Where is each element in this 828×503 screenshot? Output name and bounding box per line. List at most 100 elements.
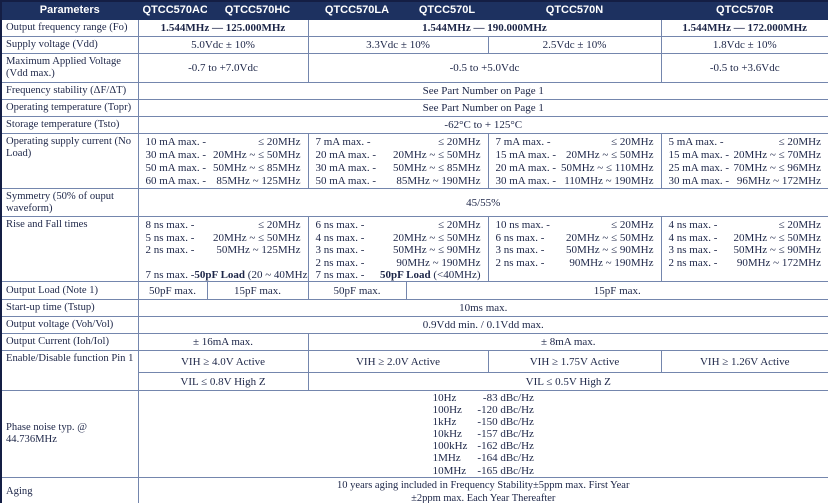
spec-line: 30 mA max. -96MHz ~ 172MHz [669, 175, 822, 188]
noise-value: -83 dBc/Hz [477, 392, 534, 404]
value-cell: See Part Number on Page 1 [138, 99, 828, 116]
spec-min: 7 mA max. - [496, 136, 551, 149]
spec-range: 20MHz ~ ≤ 50MHz [566, 149, 653, 162]
param-label: Phase noise typ. @ 44.736MHz [1, 391, 138, 478]
phase-noise-list: 10Hz-83 dBc/Hz 100Hz-120 dBc/Hz 1kHz-150… [433, 392, 534, 477]
row-startup-time: Start-up time (Tstup) 10ms max. [1, 300, 828, 317]
spec-line: 30 mA max. - 20MHz ~ ≤ 50MHz [146, 149, 301, 162]
spec-range: 20MHz ~ ≤ 50MHz [393, 232, 480, 244]
param-label: Operating supply current (No Load) [1, 133, 138, 189]
spec-min: 15 mA max. - [669, 149, 730, 162]
spec-line: 3 ns max. -50MHz ~ ≤ 90MHz [669, 244, 822, 256]
spec-range: 50MHz ~ ≤ 85MHz [213, 162, 300, 175]
value-cell: VIH ≥ 1.75V Active [488, 351, 661, 373]
spec-min: 50 mA max. - [316, 175, 377, 188]
value-cell: 10 ns max. -≤ 20MHz 6 ns max. -20MHz ~ ≤… [488, 217, 661, 282]
value-cell: 10Hz-83 dBc/Hz 100Hz-120 dBc/Hz 1kHz-150… [138, 391, 828, 478]
value-cell: 5 mA max. -≤ 20MHz 15 mA max. -20MHz ~ ≤… [661, 133, 828, 189]
spec-line: 3 ns max. -50MHz ~ ≤ 90MHz [496, 244, 654, 256]
spec-range: 50MHz ~ ≤ 85MHz [393, 162, 480, 175]
value-cell: 45/55% [138, 189, 828, 217]
param-label: Output voltage (Voh/Vol) [1, 317, 138, 334]
noise-value: -120 dBc/Hz [477, 404, 534, 416]
spec-min: 6 ns max. - [316, 219, 365, 231]
spec-min: 4 ns max. - [669, 219, 718, 231]
col-header-qtcc570l: QTCC570L [406, 1, 488, 19]
row-operating-supply-current: Operating supply current (No Load) 10 mA… [1, 133, 828, 189]
param-label: Storage temperature (Tsto) [1, 116, 138, 133]
aging-line-1: 10 years aging included in Frequency Sta… [143, 479, 825, 492]
spec-min: 4 ns max. - [316, 232, 365, 244]
spec-min: 15 mA max. - [496, 149, 557, 162]
value-cell: 1.8Vdc ± 10% [661, 36, 828, 53]
value-cell: 8 ns max. -≤ 20MHz 5 ns max. -20MHz ~ ≤ … [138, 217, 308, 282]
spec-line: 20 mA max. - 50MHz ~ ≤ 110MHz [496, 162, 654, 175]
spec-min: 2 ns max. - [146, 244, 195, 256]
param-label: Enable/Disable function Pin 1 [1, 351, 138, 391]
spec-range: 85MHz ~ 190MHz [396, 175, 480, 188]
spec-line-load: 7 ns max. - 50pF Load (<40MHz) [316, 269, 481, 281]
value-cell: 1.544MHz — 172.000MHz [661, 19, 828, 36]
spec-range: 50pF Load (<40MHz) [380, 269, 481, 281]
value-cell: ± 16mA max. [138, 334, 308, 351]
col-header-qtcc570r: QTCC570R [661, 1, 828, 19]
spec-line: 50 mA max. - 85MHz ~ 190MHz [316, 175, 481, 188]
param-label: Output Current (Ioh/Iol) [1, 334, 138, 351]
spec-min: 20 mA max. - [496, 162, 557, 175]
row-supply-voltage: Supply voltage (Vdd) 5.0Vdc ± 10% 3.3Vdc… [1, 36, 828, 53]
noise-value: -150 dBc/Hz [477, 416, 534, 428]
spec-min: 30 mA max. - [146, 149, 207, 162]
spec-range: ≤ 20MHz [611, 136, 653, 149]
value-cell: -62°C to + 125°C [138, 116, 828, 133]
spec-line: 60 mA max. -85MHz ~ 125MHz [146, 175, 301, 188]
param-label: Maximum Applied Voltage (Vdd max.) [1, 53, 138, 82]
row-storage-temperature: Storage temperature (Tsto) -62°C to + 12… [1, 116, 828, 133]
param-label: Aging [1, 478, 138, 503]
spec-line: 2 ns max. -90MHz ~ 190MHz [316, 257, 481, 269]
spec-min: 7 ns max. - [316, 269, 365, 281]
spec-range: 50MHz ~ ≤ 110MHz [561, 162, 654, 175]
spec-range: 50MHz ~ ≤ 90MHz [566, 244, 653, 256]
value-cell: 1.544MHz — 125.000MHz [138, 19, 308, 36]
spec-range: 50MHz ~ ≤ 90MHz [734, 244, 821, 256]
value-cell: VIL ≤ 0.5V High Z [308, 373, 828, 391]
value-cell: See Part Number on Page 1 [138, 82, 828, 99]
col-header-parameters: Parameters [1, 1, 138, 19]
noise-value: -162 dBc/Hz [477, 440, 534, 452]
value-cell: 10 mA max. -≤ 20MHz 30 mA max. - 20MHz ~ … [138, 133, 308, 189]
spec-line: 30 mA max. - 50MHz ~ ≤ 85MHz [316, 162, 481, 175]
spec-line: 7 mA max. - ≤ 20MHz [316, 136, 481, 149]
value-cell: VIL ≤ 0.8V High Z [138, 373, 308, 391]
spec-line: 2 ns max. -90MHz ~ 190MHz [496, 257, 654, 269]
spec-min: 10 mA max. - [146, 136, 207, 149]
spec-min: 7 mA max. - [316, 136, 371, 149]
spec-line: 5 mA max. -≤ 20MHz [669, 136, 822, 149]
spec-min: 7 ns max. - [146, 269, 195, 281]
spec-line: 15 mA max. - 20MHz ~ ≤ 50MHz [496, 149, 654, 162]
spec-min: 8 ns max. - [146, 219, 195, 231]
header-row: Parameters QTCC570AC QTCC570HC QTCC570LA… [1, 1, 828, 19]
spec-min: 30 mA max. - [316, 162, 377, 175]
spec-range: ≤ 20MHz [438, 136, 480, 149]
value-cell: 4 ns max. -≤ 20MHz 4 ns max. -20MHz ~ ≤ … [661, 217, 828, 282]
spec-range: 85MHz ~ 125MHz [216, 175, 300, 188]
spec-line: 10 mA max. -≤ 20MHz [146, 136, 301, 149]
spec-min: 20 mA max. - [316, 149, 377, 162]
col-header-qtcc570hc: QTCC570HC [207, 1, 308, 19]
value-cell: 50pF max. [138, 282, 207, 300]
spec-line-load: 7 ns max. -50pF Load (20 ~ 40MHz) [146, 269, 301, 281]
row-output-current: Output Current (Ioh/Iol) ± 16mA max. ± 8… [1, 334, 828, 351]
param-label: Output frequency range (Fo) [1, 19, 138, 36]
spec-line: 7 mA max. - ≤ 20MHz [496, 136, 654, 149]
spec-range: ≤ 20MHz [779, 136, 821, 149]
value-cell: 0.9Vdd min. / 0.1Vdd max. [138, 317, 828, 334]
spec-range: 20MHz ~ ≤ 50MHz [213, 149, 300, 162]
row-max-applied-voltage: Maximum Applied Voltage (Vdd max.) -0.7 … [1, 53, 828, 82]
offset-frequency: 1kHz [433, 416, 468, 428]
spec-range: 70MHz ~ ≤ 96MHz [734, 162, 821, 175]
value-cell: ± 8mA max. [308, 334, 828, 351]
value-cell: 5.0Vdc ± 10% [138, 36, 308, 53]
param-label: Frequency stability (ΔF/ΔT) [1, 82, 138, 99]
value-cell: 3.3Vdc ± 10% [308, 36, 488, 53]
spec-range: ≤ 20MHz [258, 219, 300, 231]
